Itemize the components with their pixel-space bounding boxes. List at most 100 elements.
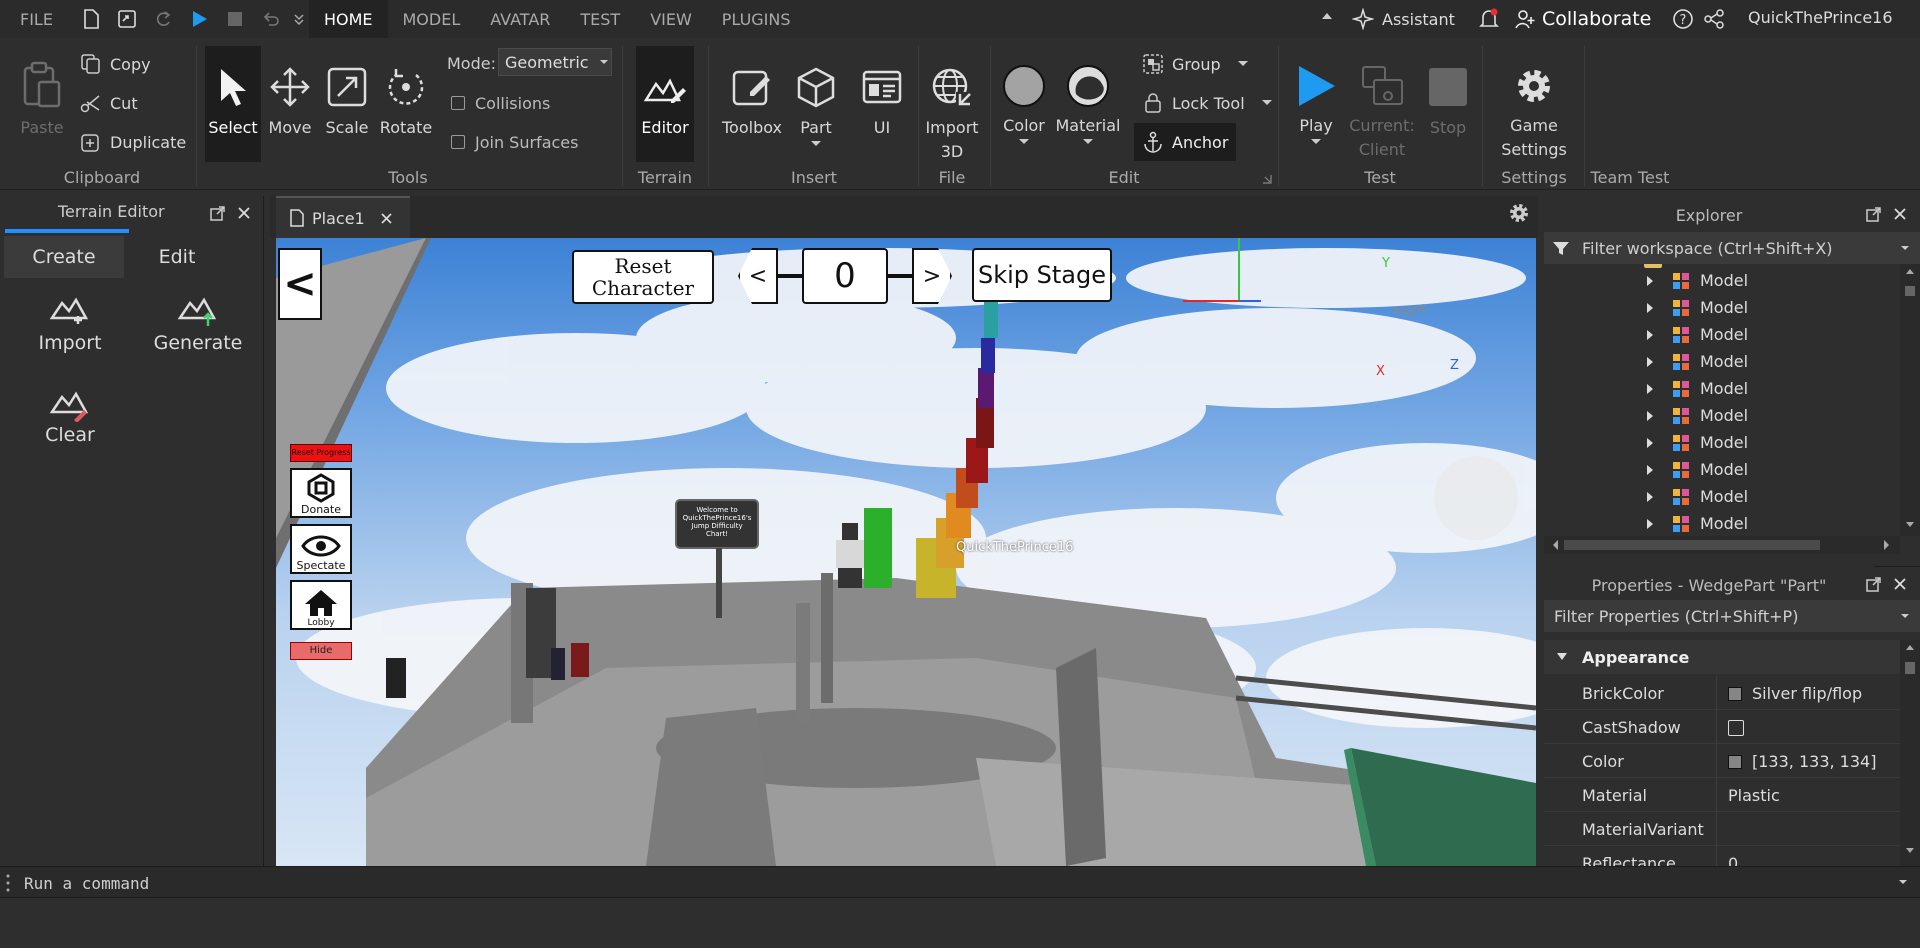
explorer-item-model[interactable]: Model [1544, 511, 1894, 536]
properties-close-icon[interactable] [1894, 578, 1906, 590]
explorer-item-model[interactable]: Model [1544, 457, 1894, 484]
stop-button[interactable]: Stop [1422, 56, 1474, 140]
terrain-import-button[interactable]: Import [30, 288, 110, 354]
group-dropdown-icon[interactable] [1237, 60, 1249, 68]
material-dropdown-icon[interactable] [1082, 138, 1094, 146]
reset-character-button[interactable]: Reset Character [572, 250, 714, 304]
property-row[interactable]: MaterialVariant [1544, 812, 1900, 848]
explorer-item-model[interactable]: Model [1544, 349, 1894, 376]
collisions-checkbox[interactable]: Collisions [451, 87, 550, 119]
property-value[interactable]: 0 [1728, 854, 1738, 866]
edit-expand-icon[interactable] [1262, 174, 1272, 184]
expand-arrow-icon[interactable] [1646, 329, 1654, 341]
part-button[interactable]: Part [790, 56, 842, 148]
rotate-button[interactable]: Rotate [378, 56, 434, 140]
redo-icon[interactable] [145, 0, 181, 38]
notification-bell-icon[interactable] [1478, 7, 1500, 31]
command-input[interactable]: Run a command [24, 874, 1884, 893]
property-row[interactable]: Reflectance 0 [1544, 846, 1900, 866]
lock-tool-button[interactable]: Lock Tool [1140, 87, 1273, 119]
color-dropdown-icon[interactable] [1018, 138, 1030, 146]
terrain-tab-edit[interactable]: Edit [124, 236, 230, 278]
ui-button[interactable]: UI [856, 56, 908, 140]
terrain-editor-button[interactable]: Editor [636, 56, 694, 140]
explorer-close-icon[interactable] [1894, 208, 1906, 220]
username-label[interactable]: QuickThePrince16 [1748, 8, 1893, 27]
spectate-button[interactable]: Spectate [290, 524, 352, 574]
material-button[interactable]: Material [1056, 56, 1121, 146]
appearance-section-header[interactable]: Appearance [1544, 640, 1900, 674]
play-quick-icon[interactable] [181, 0, 217, 38]
toolbox-button[interactable]: Toolbox [720, 56, 784, 140]
lock-tool-dropdown-icon[interactable] [1261, 99, 1273, 107]
document-tab-place1[interactable]: Place1 [276, 196, 410, 238]
property-row[interactable]: CastShadow [1544, 710, 1900, 746]
help-icon[interactable]: ? [1672, 8, 1694, 30]
explorer-horizontal-scrollbar[interactable] [1544, 536, 1900, 554]
expand-arrow-icon[interactable] [1646, 410, 1654, 422]
hide-players-button[interactable]: Hide Players [290, 642, 352, 660]
explorer-item-model[interactable]: Model [1544, 268, 1894, 295]
new-file-icon[interactable] [73, 0, 109, 38]
share-icon[interactable] [1703, 8, 1725, 30]
back-arrow-button[interactable]: < [278, 248, 322, 320]
import-3d-button[interactable]: Import 3D [922, 56, 982, 164]
property-value[interactable]: Silver flip/flop [1728, 684, 1862, 703]
collisions-check-box[interactable] [451, 96, 465, 110]
property-row[interactable]: BrickColor Silver flip/flop [1544, 676, 1900, 712]
expand-arrow-icon[interactable] [1646, 518, 1654, 530]
command-bar-grip-icon[interactable] [6, 874, 10, 892]
properties-filter-input[interactable]: Filter Properties (Ctrl+Shift+P) [1544, 600, 1920, 632]
join-surfaces-check-box[interactable] [451, 135, 465, 149]
skip-stage-button[interactable]: Skip Stage [972, 248, 1112, 302]
play-button[interactable]: Play [1286, 56, 1346, 146]
tab-model[interactable]: MODEL [388, 0, 476, 38]
property-row[interactable]: Color [133, 133, 134] [1544, 744, 1900, 780]
game-settings-button[interactable]: Game Settings [1490, 56, 1578, 162]
expand-arrow-icon[interactable] [1646, 491, 1654, 503]
terrain-generate-button[interactable]: Generate [150, 288, 246, 354]
paste-button[interactable]: Paste [18, 56, 66, 140]
collaborate-button[interactable]: Collaborate [1514, 5, 1651, 33]
collapse-ribbon-icon[interactable] [1320, 9, 1334, 23]
publish-icon[interactable] [109, 0, 145, 38]
mode-dropdown[interactable]: Geometric [498, 48, 612, 76]
castshadow-checkbox[interactable] [1728, 720, 1744, 736]
tab-view[interactable]: VIEW [635, 0, 707, 38]
part-dropdown-icon[interactable] [810, 140, 822, 148]
tab-avatar[interactable]: AVATAR [475, 0, 565, 38]
expand-arrow-icon[interactable] [1646, 275, 1654, 287]
properties-undock-icon[interactable] [1866, 576, 1882, 592]
explorer-item-model[interactable]: Model [1544, 376, 1894, 403]
undo-icon[interactable] [253, 0, 289, 38]
tab-home[interactable]: HOME [308, 0, 388, 38]
file-menu[interactable]: FILE [0, 0, 73, 38]
assistant-button[interactable]: Assistant [1352, 6, 1455, 32]
properties-filter-chevron-icon[interactable] [1900, 612, 1910, 620]
duplicate-button[interactable]: Duplicate [78, 126, 186, 158]
terrain-clear-button[interactable]: Clear [30, 382, 110, 446]
copy-button[interactable]: Copy [78, 48, 151, 80]
move-button[interactable]: Move [264, 56, 316, 140]
viewport-settings-gear-icon[interactable] [1508, 202, 1530, 224]
more-chevron-icon[interactable] [289, 0, 309, 38]
reset-progress-button[interactable]: Reset Progress [290, 444, 352, 462]
explorer-item-model[interactable]: Model [1544, 295, 1894, 322]
expand-arrow-icon[interactable] [1646, 464, 1654, 476]
lobby-button[interactable]: Lobby [290, 580, 352, 630]
cut-button[interactable]: Cut [78, 87, 138, 119]
explorer-filter-chevron-icon[interactable] [1900, 244, 1910, 252]
terrain-undock-icon[interactable] [210, 205, 226, 221]
game-viewport[interactable]: Front Y X Z < Reset Character < 0 > Skip… [276, 238, 1536, 866]
expand-arrow-icon[interactable] [1646, 383, 1654, 395]
property-value[interactable]: [133, 133, 134] [1728, 752, 1876, 771]
property-value[interactable] [1728, 718, 1744, 737]
explorer-filter-input[interactable]: Filter workspace (Ctrl+Shift+X) [1544, 232, 1920, 264]
explorer-item-model[interactable]: Model [1544, 484, 1894, 511]
property-value[interactable]: Plastic [1728, 786, 1780, 805]
tab-test[interactable]: TEST [565, 0, 635, 38]
document-tab-close-icon[interactable] [381, 212, 392, 224]
explorer-item-model[interactable]: Model [1544, 322, 1894, 349]
expand-arrow-icon[interactable] [1646, 302, 1654, 314]
explorer-item-model[interactable]: Model [1544, 403, 1894, 430]
